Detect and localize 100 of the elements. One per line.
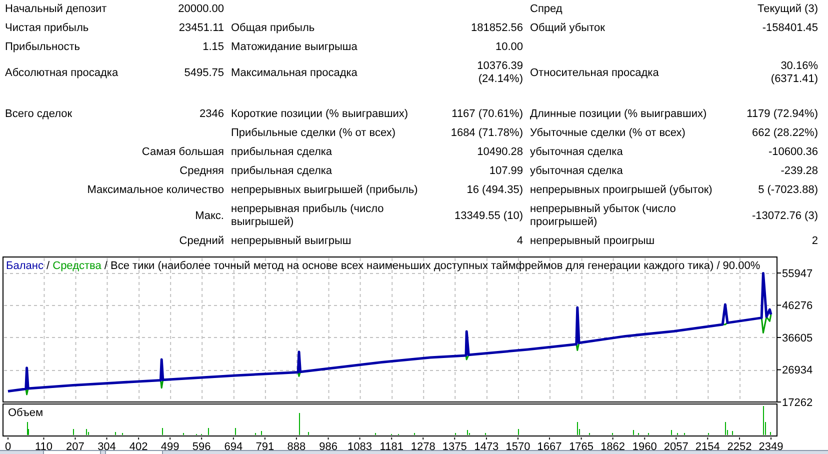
axis-tick-label: 55947	[782, 268, 813, 280]
axis-tick	[739, 437, 740, 440]
axis-tick-label: 304	[98, 441, 116, 450]
stat-label: непрерывный убыток (число проигрышей)	[530, 203, 676, 229]
axis-tick-label: 1083	[348, 441, 372, 450]
stat-label: непрерывный выигрыш	[231, 235, 352, 248]
axis-tick	[296, 437, 297, 440]
stat-value: -239.28	[780, 165, 818, 178]
stat-label: убыточная сделка	[530, 146, 623, 159]
stat-value: 10376.39 (24.14%)	[477, 60, 523, 86]
stat-label: Средняя	[180, 165, 224, 178]
axis-tick	[776, 272, 782, 274]
stat-value: 16 (494.35)	[466, 184, 523, 197]
stat-value: 13349.55 (10)	[454, 210, 523, 222]
axis-tick-label: 36605	[782, 332, 813, 344]
axis-tick-label: 1375	[442, 441, 467, 450]
stat-value: 2346	[200, 108, 224, 121]
axis-tick	[580, 437, 582, 440]
axis-tick-label: 1960	[632, 441, 657, 450]
stat-label: Максимальная просадка	[231, 66, 358, 80]
stat-label: непрерывная прибыль (число выигрышей)	[231, 203, 384, 229]
axis-tick-label: 2252	[727, 441, 752, 450]
axis-tick	[644, 437, 646, 440]
axis-tick	[328, 437, 329, 440]
stat-label: непрерывных проигрышей (убыток)	[530, 184, 712, 197]
axis-tick	[776, 369, 782, 370]
stat-label: Относительная просадка	[530, 66, 659, 80]
axis-tick	[517, 437, 518, 440]
axis-tick	[138, 437, 140, 440]
axis-tick	[359, 437, 360, 440]
stat-label: Средний	[179, 235, 224, 248]
stat-value: 4	[516, 235, 523, 248]
stat-label: Убыточные сделки (% от всех)	[530, 127, 686, 140]
axis-tick-label: 499	[160, 441, 180, 450]
axis-tick-label: 1473	[474, 441, 499, 450]
axis-tick	[43, 437, 44, 440]
stat-label: непрерывный проигрыш	[530, 235, 655, 248]
axis-tick-label: 694	[224, 441, 243, 450]
axis-tick-label: 110	[34, 441, 52, 450]
axis-tick-label: 17262	[782, 397, 813, 409]
stat-label: убыточная сделка	[530, 165, 623, 178]
stat-value: Текущий (3)	[758, 3, 818, 16]
stat-label: Начальный депозит	[5, 3, 107, 16]
stat-label: Макс.	[195, 210, 224, 222]
chart-legend: Баланс / Средства / Все тики (наиболее точный метод на основе всех наименьших доступных таймфреймов для генерации каждого тика) / 90.00%	[6, 260, 760, 272]
axis-tick-label: 1278	[410, 441, 436, 450]
axis-tick-label: 1570	[506, 441, 530, 450]
stat-value: -158401.45	[762, 22, 818, 35]
axis-tick	[74, 437, 76, 440]
axis-tick-label: 2057	[664, 441, 688, 450]
axis-tick-label: 207	[66, 441, 84, 450]
axis-tick-label: 596	[192, 441, 211, 450]
stat-value: 2	[812, 235, 818, 248]
axis-tick	[264, 437, 266, 440]
stat-value: 5495.75	[184, 66, 224, 80]
stat-label: Чистая прибыль	[5, 22, 89, 35]
axis-tick	[486, 437, 487, 440]
stat-value: 1167 (70.61%)	[452, 108, 523, 121]
stat-value: 30.16% (6371.41)	[770, 60, 818, 86]
axis-tick	[707, 437, 708, 440]
axis-tick	[454, 437, 456, 440]
stat-value: 5 (-7023.88)	[758, 184, 818, 197]
axis-tick	[422, 437, 424, 440]
stat-label: Максимальное количество	[87, 184, 224, 197]
stat-label: Общий убыток	[530, 22, 605, 35]
stat-label: Спред	[530, 3, 562, 16]
axis-tick	[776, 337, 782, 338]
axis-tick-label: 1862	[600, 441, 626, 450]
axis-tick	[776, 304, 782, 306]
axis-tick-label: 0	[4, 441, 12, 450]
stat-value: 20000.00	[178, 3, 224, 16]
stat-value: 662 (28.22%)	[752, 127, 818, 140]
stat-label: Матожидание выигрыша	[231, 41, 358, 54]
axis-tick	[612, 437, 614, 440]
axis-tick-label: 1765	[569, 441, 594, 450]
stat-label: Абсолютная просадка	[5, 66, 118, 80]
axis-tick-label: 888	[287, 441, 306, 450]
stat-value: 1.15	[202, 41, 224, 54]
stat-value: 10.00	[495, 41, 523, 54]
stat-label: Короткие позиции (% выигравших)	[231, 108, 408, 121]
axis-tick-label: 2349	[758, 441, 784, 450]
stat-label: прибыльная сделка	[231, 165, 332, 178]
stat-value: 1179 (72.94%)	[746, 108, 818, 121]
axis-tick	[391, 437, 392, 440]
stat-label: Длинные позиции (% выигравших)	[530, 108, 707, 121]
axis-tick-label: 46276	[782, 300, 813, 312]
stat-value: -10600.36	[768, 146, 818, 159]
volume-label: Объем	[8, 407, 44, 419]
stat-label: Общая прибыль	[231, 22, 315, 35]
axis-tick	[770, 437, 772, 440]
axis-tick-label: 986	[319, 441, 338, 450]
stat-value: 23451.11	[178, 22, 224, 35]
axis-tick-label: 402	[129, 441, 148, 450]
stat-label: непрерывных выигрышей (прибыль)	[231, 184, 418, 197]
stat-value: -13072.76 (3)	[752, 210, 818, 222]
stat-label: Прибыльные сделки (% от всех)	[231, 127, 396, 140]
axis-tick-label: 1667	[537, 441, 562, 450]
axis-tick	[548, 437, 550, 440]
axis-tick-label: 26934	[782, 364, 813, 377]
stat-label: прибыльная сделка	[231, 146, 332, 159]
